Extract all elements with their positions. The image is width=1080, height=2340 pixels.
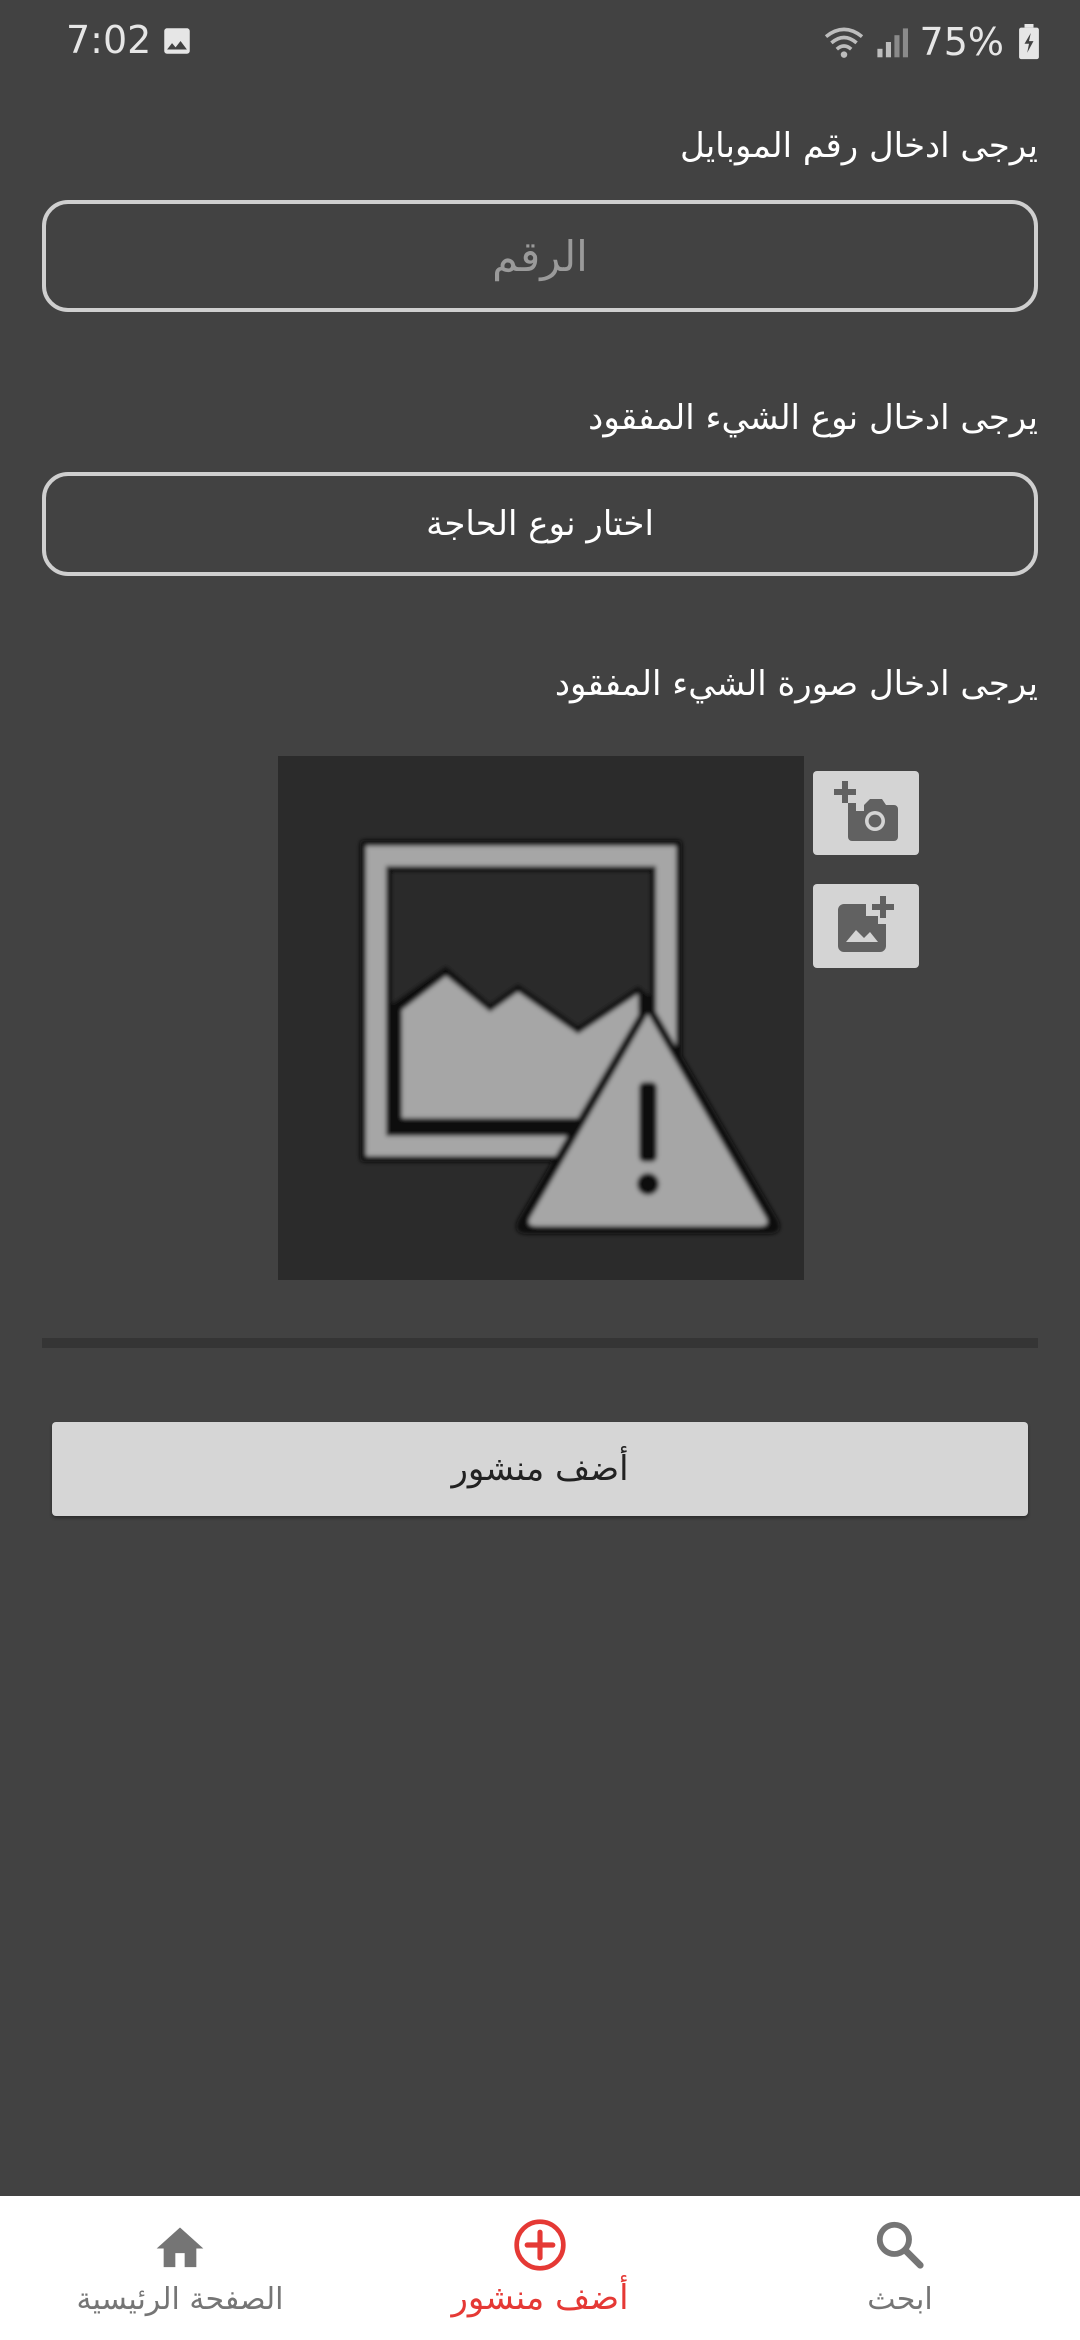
status-bar: 7:02 75%: [0, 0, 1080, 84]
phone-placeholder: الرقم: [492, 231, 588, 281]
status-time: 7:02: [66, 18, 152, 62]
broken-image-icon: [360, 840, 780, 1234]
battery-icon: [1018, 24, 1040, 60]
image-preview: [278, 756, 804, 1280]
phone-input[interactable]: الرقم: [42, 200, 1038, 312]
add-post-button[interactable]: أضف منشور: [52, 1422, 1028, 1516]
nav-label-add-post: أضف منشور: [451, 2278, 629, 2318]
nav-item-search[interactable]: ابحث: [800, 2196, 1000, 2340]
gallery-notification-icon: [160, 24, 194, 58]
bottom-navigation: الصفحة الرئيسية أضف منشور ابحث: [0, 2196, 1080, 2340]
nav-item-add-post[interactable]: أضف منشور: [400, 2196, 680, 2340]
divider: [42, 1338, 1038, 1348]
signal-icon: [874, 25, 908, 59]
status-indicators: 75%: [822, 18, 1040, 66]
add-circle-icon: [512, 2218, 568, 2272]
nav-item-home[interactable]: الصفحة الرئيسية: [40, 2196, 320, 2340]
add-post-screen: 7:02 75% يرجى ادخال رقم الموبايل الرقم ي…: [0, 0, 1080, 2340]
phone-label: يرجى ادخال رقم الموبايل: [679, 126, 1038, 166]
take-photo-button[interactable]: [813, 771, 919, 855]
search-icon: [873, 2218, 927, 2272]
home-icon: [152, 2218, 208, 2272]
battery-percentage: 75%: [919, 20, 1004, 64]
item-type-label: يرجى ادخال نوع الشيء المفقود: [588, 398, 1038, 438]
add-camera-icon: [834, 781, 898, 845]
image-label: يرجى ادخال صورة الشيء المفقود: [554, 664, 1038, 704]
nav-label-search: ابحث: [867, 2282, 933, 2317]
wifi-icon: [822, 24, 866, 60]
nav-label-home: الصفحة الرئيسية: [76, 2282, 284, 2317]
item-type-selector[interactable]: اختار نوع الحاجة: [42, 472, 1038, 576]
item-type-value: اختار نوع الحاجة: [426, 504, 654, 544]
pick-from-gallery-button[interactable]: [813, 884, 919, 968]
add-photo-icon: [838, 896, 894, 956]
